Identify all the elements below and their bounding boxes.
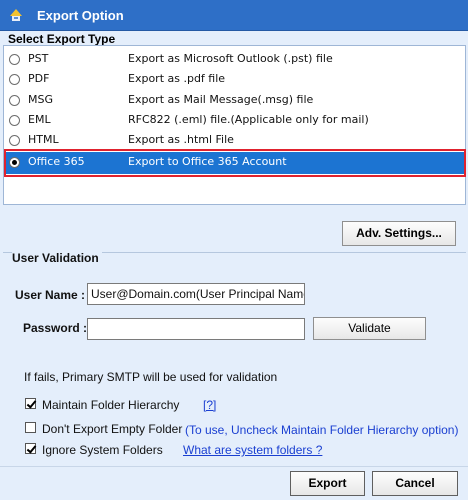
window-title: Export Option bbox=[37, 8, 124, 23]
eml-radio[interactable] bbox=[9, 115, 20, 126]
export-option-description: Export as Microsoft Outlook (.pst) file bbox=[128, 52, 333, 65]
cancel-button[interactable]: Cancel bbox=[372, 471, 458, 496]
export-option-eml[interactable]: EML RFC822 (.eml) file.(Applicable only … bbox=[4, 110, 465, 131]
export-option-name: PST bbox=[28, 52, 49, 65]
username-field[interactable]: User@Domain.com(User Principal Name) bbox=[87, 283, 305, 305]
dont-export-empty-label: Don't Export Empty Folder bbox=[42, 422, 183, 436]
dont-export-empty-checkbox[interactable] bbox=[25, 422, 36, 433]
pst-radio[interactable] bbox=[9, 54, 20, 65]
system-folders-link[interactable]: What are system folders ? bbox=[183, 443, 322, 457]
html-radio[interactable] bbox=[9, 135, 20, 146]
title-bar[interactable]: Export Option bbox=[0, 0, 468, 31]
export-option-description: Export as Mail Message(.msg) file bbox=[128, 93, 314, 106]
export-button[interactable]: Export bbox=[290, 471, 365, 496]
validation-note: If fails, Primary SMTP will be used for … bbox=[24, 370, 278, 384]
password-label: Password : bbox=[23, 321, 88, 335]
footer-divider bbox=[0, 466, 468, 467]
maintain-hierarchy-checkbox[interactable] bbox=[25, 398, 36, 409]
ignore-system-folders-label: Ignore System Folders bbox=[42, 443, 163, 457]
maintain-hierarchy-label: Maintain Folder Hierarchy bbox=[42, 398, 180, 412]
export-option-html[interactable]: HTML Export as .html File bbox=[4, 130, 465, 151]
msg-radio[interactable] bbox=[9, 95, 20, 106]
ignore-system-folders-checkbox[interactable] bbox=[25, 443, 36, 454]
export-option-dialog: Export Option Select Export Type PST Exp… bbox=[0, 0, 468, 500]
export-option-name: PDF bbox=[28, 72, 50, 85]
export-option-description: Export as .pdf file bbox=[128, 72, 226, 85]
user-validation-title: User Validation bbox=[12, 251, 102, 265]
export-option-msg[interactable]: MSG Export as Mail Message(.msg) file bbox=[4, 90, 465, 111]
export-option-name: Office 365 bbox=[28, 155, 85, 168]
password-field[interactable] bbox=[87, 318, 305, 340]
export-option-name: HTML bbox=[28, 133, 59, 146]
app-icon bbox=[8, 7, 24, 23]
username-label: User Name : bbox=[15, 288, 86, 302]
dont-export-empty-hint: (To use, Uncheck Maintain Folder Hierarc… bbox=[185, 423, 459, 437]
validate-button[interactable]: Validate bbox=[313, 317, 426, 340]
export-option-pst[interactable]: PST Export as Microsoft Outlook (.pst) f… bbox=[4, 49, 465, 70]
export-option-office365[interactable]: Office 365 Export to Office 365 Account bbox=[4, 152, 465, 174]
office365-radio[interactable] bbox=[9, 157, 20, 168]
adv-settings-button[interactable]: Adv. Settings... bbox=[342, 221, 456, 246]
export-option-description: Export to Office 365 Account bbox=[128, 155, 287, 168]
pdf-radio[interactable] bbox=[9, 74, 20, 85]
export-option-name: MSG bbox=[28, 93, 53, 106]
export-option-description: Export as .html File bbox=[128, 133, 234, 146]
export-option-pdf[interactable]: PDF Export as .pdf file bbox=[4, 69, 465, 90]
export-type-section-title: Select Export Type bbox=[8, 32, 116, 46]
hierarchy-help-link[interactable]: [?] bbox=[203, 398, 216, 412]
export-type-list: PST Export as Microsoft Outlook (.pst) f… bbox=[3, 45, 466, 205]
export-option-description: RFC822 (.eml) file.(Applicable only for … bbox=[128, 113, 369, 126]
export-option-name: EML bbox=[28, 113, 51, 126]
